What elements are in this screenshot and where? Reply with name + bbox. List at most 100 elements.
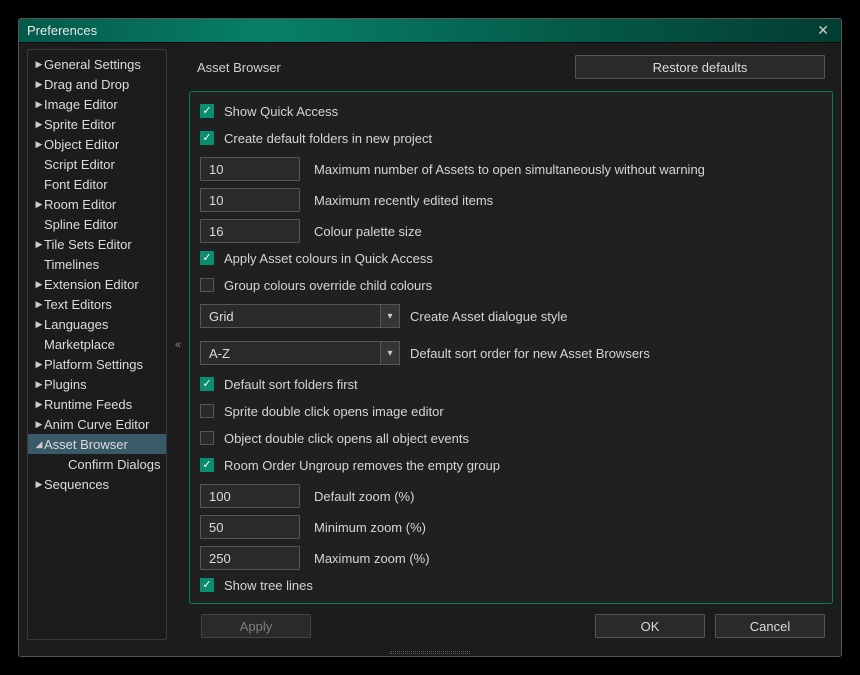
sidebar-item-script-editor[interactable]: ▶Script Editor (28, 154, 166, 174)
chevron-right-icon[interactable]: ▶ (34, 299, 44, 310)
sidebar-item-asset-browser[interactable]: ◢Asset Browser (28, 434, 166, 454)
sidebar-item-label: Marketplace (44, 337, 115, 352)
sidebar-item-label: Sprite Editor (44, 117, 116, 132)
preferences-dialog: Preferences ✕ ▶General Settings▶Drag and… (18, 18, 842, 657)
main-panel: Asset Browser Restore defaults ✓ Show Qu… (189, 49, 833, 640)
input-max-recent[interactable] (200, 188, 300, 212)
label-sprite-dbl-click: Sprite double click opens image editor (224, 404, 444, 419)
sidebar-item-text-editors[interactable]: ▶Text Editors (28, 294, 166, 314)
label-dialogue-style: Create Asset dialogue style (410, 309, 568, 324)
combo-dialogue-style[interactable]: Grid ▾ (200, 304, 400, 328)
titlebar[interactable]: Preferences ✕ (19, 19, 841, 43)
sidebar-item-label: Asset Browser (44, 437, 128, 452)
cancel-button[interactable]: Cancel (715, 614, 825, 638)
chevron-right-icon[interactable]: ▶ (34, 399, 44, 410)
chevron-right-icon[interactable]: ▶ (34, 479, 44, 490)
label-sort-order: Default sort order for new Asset Browser… (410, 346, 650, 361)
input-default-zoom[interactable] (200, 484, 300, 508)
sidebar-item-label: Sequences (44, 477, 109, 492)
chevron-right-icon[interactable]: ▶ (34, 59, 44, 70)
sidebar-item-drag-and-drop[interactable]: ▶Drag and Drop (28, 74, 166, 94)
chevron-right-icon[interactable]: ▶ (34, 139, 44, 150)
checkbox-show-tree-lines[interactable]: ✓ (200, 578, 214, 592)
sidebar-item-label: Script Editor (44, 157, 115, 172)
label-max-recent: Maximum recently edited items (314, 193, 493, 208)
sidebar-item-timelines[interactable]: ▶Timelines (28, 254, 166, 274)
combo-sort-order-value: A-Z (200, 341, 380, 365)
sidebar-item-plugins[interactable]: ▶Plugins (28, 374, 166, 394)
sidebar-item-label: Languages (44, 317, 108, 332)
chevron-right-icon[interactable]: ▶ (34, 359, 44, 370)
resize-handle[interactable] (19, 648, 841, 656)
chevron-right-icon[interactable]: ▶ (34, 79, 44, 90)
chevron-down-icon[interactable]: ▾ (380, 341, 400, 365)
sidebar-item-sprite-editor[interactable]: ▶Sprite Editor (28, 114, 166, 134)
sidebar-item-general-settings[interactable]: ▶General Settings (28, 54, 166, 74)
label-default-zoom: Default zoom (%) (314, 489, 414, 504)
combo-sort-order[interactable]: A-Z ▾ (200, 341, 400, 365)
checkbox-group-colours-override[interactable] (200, 278, 214, 292)
restore-defaults-button[interactable]: Restore defaults (575, 55, 825, 79)
chevron-right-icon[interactable]: ▶ (34, 319, 44, 330)
label-show-quick-access: Show Quick Access (224, 104, 338, 119)
checkbox-sprite-dbl-click[interactable] (200, 404, 214, 418)
sidebar-item-label: Drag and Drop (44, 77, 129, 92)
checkbox-room-ungroup[interactable]: ✓ (200, 458, 214, 472)
sidebar-item-label: Font Editor (44, 177, 108, 192)
sidebar-item-runtime-feeds[interactable]: ▶Runtime Feeds (28, 394, 166, 414)
chevron-right-icon[interactable]: ▶ (34, 119, 44, 130)
sidebar-item-label: Object Editor (44, 137, 119, 152)
window-title: Preferences (27, 23, 813, 38)
checkbox-sort-folders-first[interactable]: ✓ (200, 377, 214, 391)
sidebar-item-object-editor[interactable]: ▶Object Editor (28, 134, 166, 154)
checkbox-apply-colours-qa[interactable]: ✓ (200, 251, 214, 265)
chevron-right-icon[interactable]: ▶ (34, 379, 44, 390)
label-show-tree-lines: Show tree lines (224, 578, 313, 593)
chevron-right-icon[interactable]: ▶ (34, 279, 44, 290)
input-max-zoom[interactable] (200, 546, 300, 570)
sidebar-item-label: Text Editors (44, 297, 112, 312)
sidebar-item-platform-settings[interactable]: ▶Platform Settings (28, 354, 166, 374)
footer: Apply OK Cancel (189, 610, 833, 640)
label-object-dbl-click: Object double click opens all object eve… (224, 431, 469, 446)
sidebar-item-font-editor[interactable]: ▶Font Editor (28, 174, 166, 194)
sidebar-item-spline-editor[interactable]: ▶Spline Editor (28, 214, 166, 234)
chevron-down-icon[interactable]: ◢ (34, 439, 44, 450)
splitter-handle[interactable]: « (173, 49, 183, 640)
label-apply-colours-qa: Apply Asset colours in Quick Access (224, 251, 433, 266)
chevron-right-icon[interactable]: ▶ (34, 419, 44, 430)
sidebar-item-extension-editor[interactable]: ▶Extension Editor (28, 274, 166, 294)
chevron-right-icon[interactable]: ▶ (34, 199, 44, 210)
sidebar-item-label: Spline Editor (44, 217, 118, 232)
chevron-down-icon[interactable]: ▾ (380, 304, 400, 328)
combo-dialogue-style-value: Grid (200, 304, 380, 328)
chevron-right-icon[interactable]: ▶ (34, 99, 44, 110)
checkbox-show-quick-access[interactable]: ✓ (200, 104, 214, 118)
page-title: Asset Browser (197, 60, 567, 75)
chevron-right-icon[interactable]: ▶ (34, 239, 44, 250)
checkbox-create-default-folders[interactable]: ✓ (200, 131, 214, 145)
input-palette-size[interactable] (200, 219, 300, 243)
ok-button[interactable]: OK (595, 614, 705, 638)
sidebar-item-anim-curve-editor[interactable]: ▶Anim Curve Editor (28, 414, 166, 434)
checkbox-object-dbl-click[interactable] (200, 431, 214, 445)
sidebar-item-tile-sets-editor[interactable]: ▶Tile Sets Editor (28, 234, 166, 254)
sidebar-item-languages[interactable]: ▶Languages (28, 314, 166, 334)
sidebar-item-label: Platform Settings (44, 357, 143, 372)
sidebar-item-confirm-dialogs[interactable]: ▶Confirm Dialogs (28, 454, 166, 474)
input-max-open-assets[interactable] (200, 157, 300, 181)
input-min-zoom[interactable] (200, 515, 300, 539)
label-palette-size: Colour palette size (314, 224, 422, 239)
sidebar-item-room-editor[interactable]: ▶Room Editor (28, 194, 166, 214)
category-sidebar[interactable]: ▶General Settings▶Drag and Drop▶Image Ed… (27, 49, 167, 640)
sidebar-item-label: Room Editor (44, 197, 116, 212)
label-min-zoom: Minimum zoom (%) (314, 520, 426, 535)
label-max-zoom: Maximum zoom (%) (314, 551, 430, 566)
apply-button[interactable]: Apply (201, 614, 311, 638)
sidebar-item-image-editor[interactable]: ▶Image Editor (28, 94, 166, 114)
sidebar-item-sequences[interactable]: ▶Sequences (28, 474, 166, 494)
header-row: Asset Browser Restore defaults (189, 49, 833, 85)
close-icon[interactable]: ✕ (813, 22, 833, 39)
sidebar-item-marketplace[interactable]: ▶Marketplace (28, 334, 166, 354)
sidebar-item-label: Anim Curve Editor (44, 417, 149, 432)
